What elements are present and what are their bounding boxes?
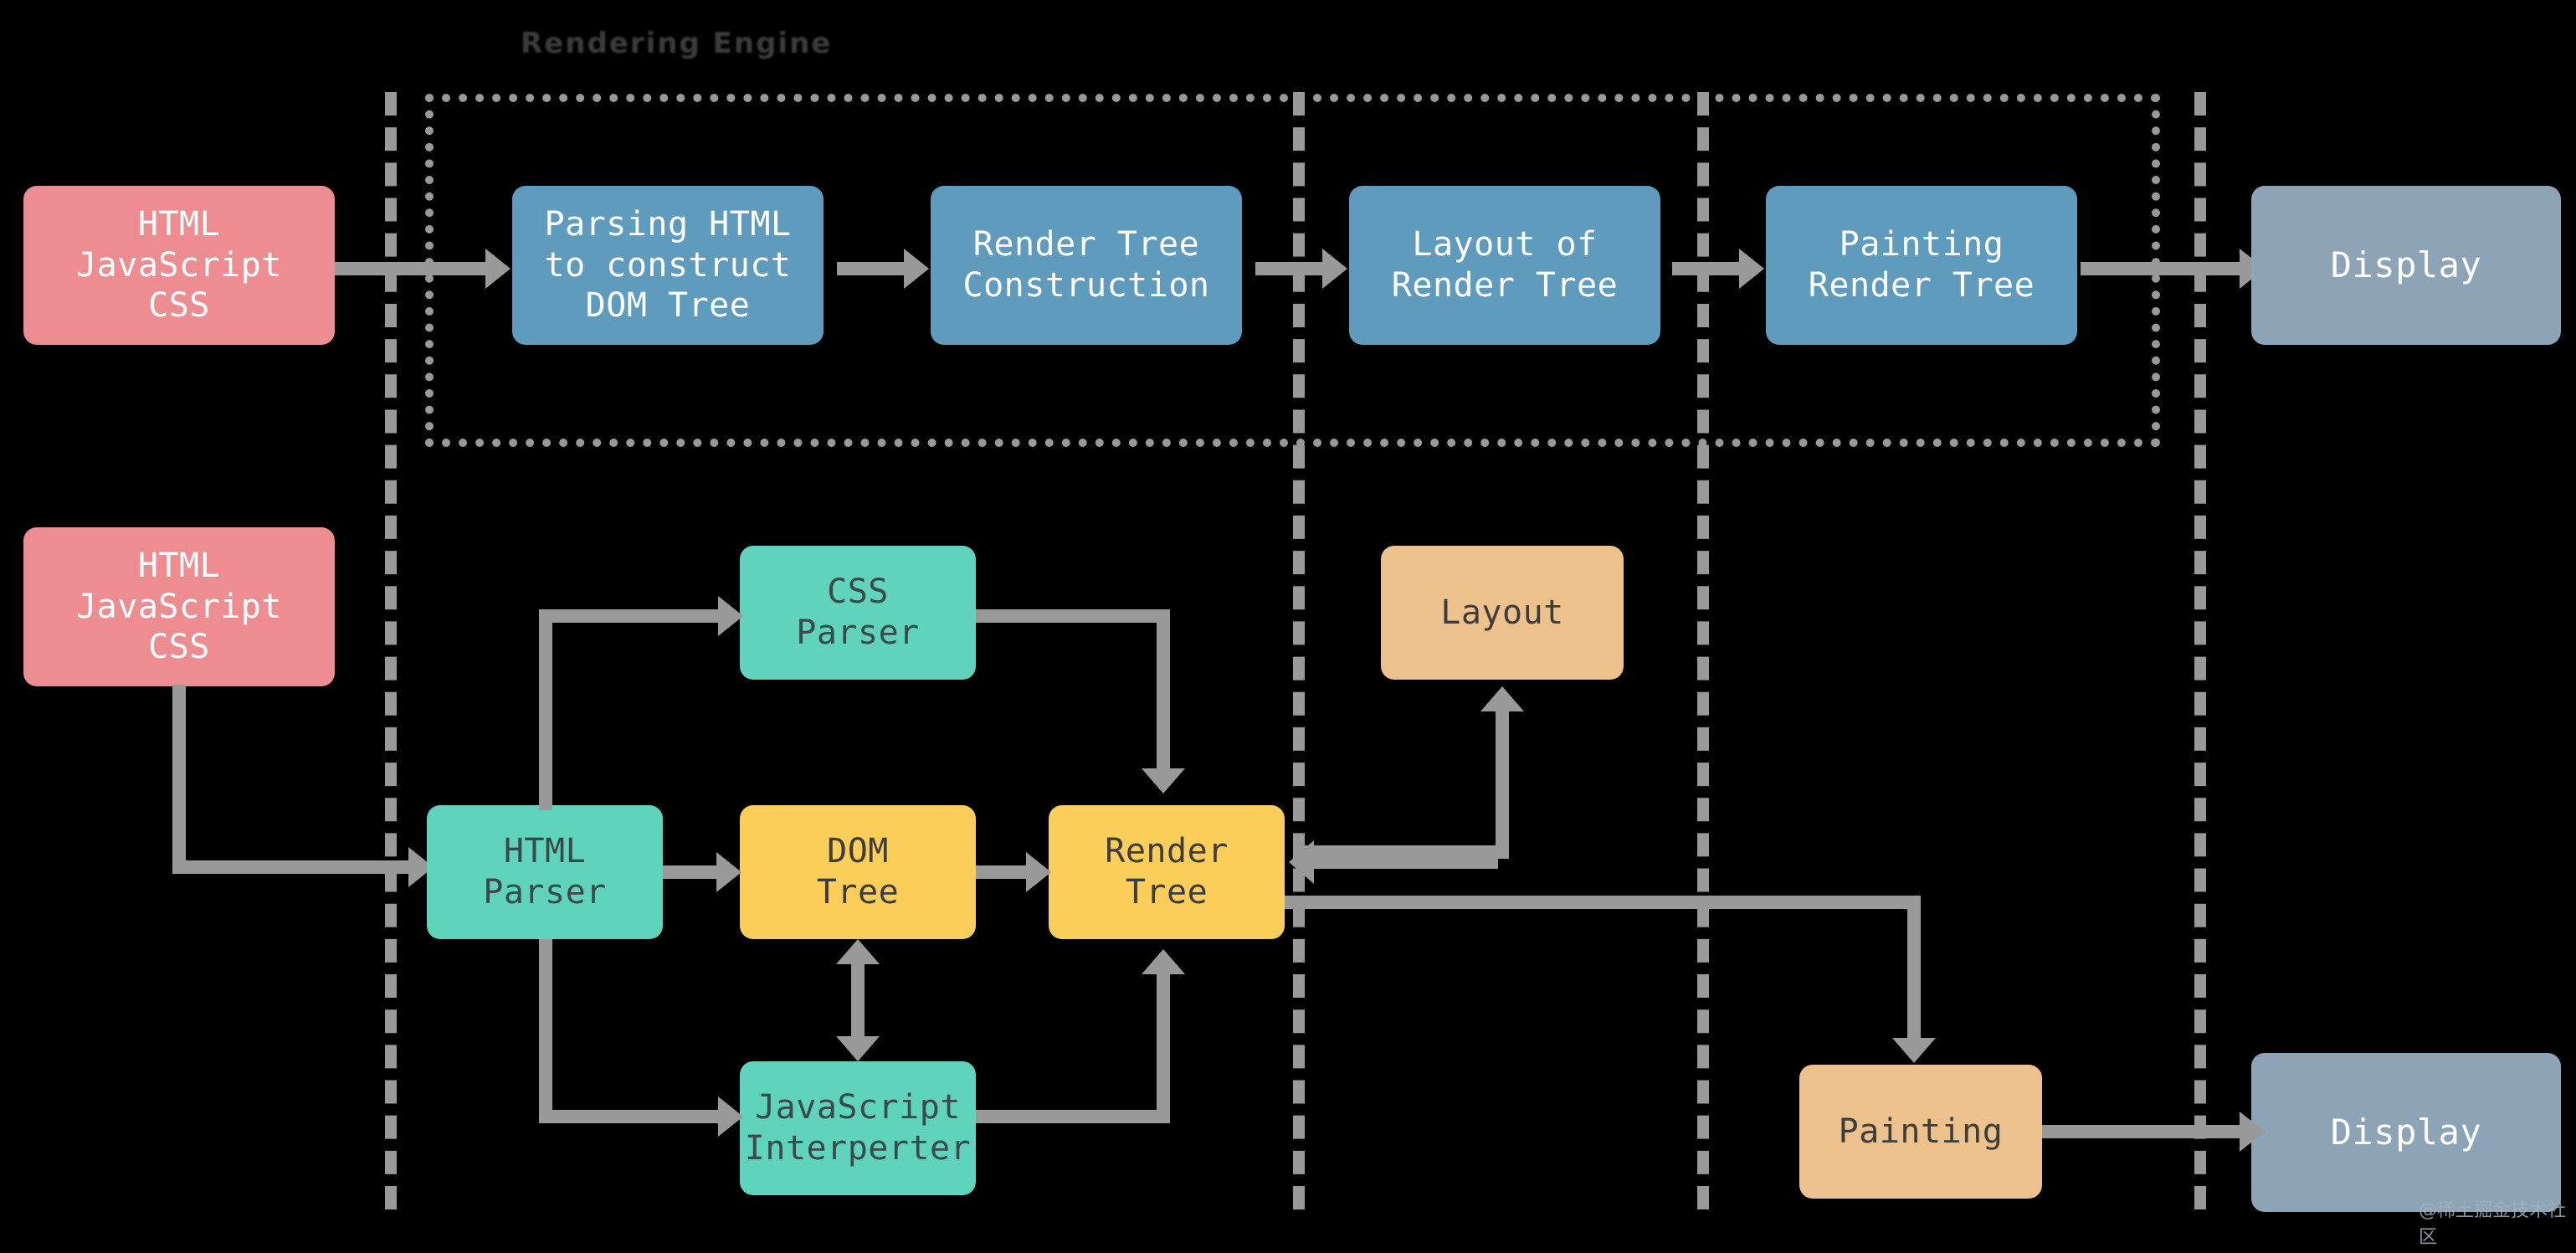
top-step-label: Painting Render Tree bbox=[1808, 225, 2035, 305]
arrow-head-right-icon bbox=[718, 1096, 743, 1137]
html-parser-label: HTML Parser bbox=[483, 832, 607, 912]
arrow-dom-tree-to-render-tree bbox=[976, 852, 1053, 892]
connector-source-vertical bbox=[172, 685, 186, 867]
arrow-head-left-icon bbox=[1289, 840, 1314, 884]
painting-label: Painting bbox=[1838, 1112, 2004, 1151]
node-painting: Painting bbox=[1799, 1065, 2042, 1199]
arrow-parsing-to-render-tree bbox=[837, 249, 931, 289]
connector-js-to-rendertree-v bbox=[1157, 974, 1170, 1123]
node-dom-tree: DOM Tree bbox=[740, 805, 976, 939]
connector-htmlparser-to-js-v bbox=[539, 939, 552, 1123]
arrow-shaft bbox=[636, 609, 720, 623]
javascript-interpreter-label: JavaScript Interperter bbox=[744, 1088, 972, 1168]
arrow-head-up-icon bbox=[1142, 949, 1185, 974]
top-step-render-tree-construction: Render Tree Construction bbox=[931, 186, 1242, 345]
connector-dom-js-bidirectional bbox=[851, 964, 865, 1038]
node-css-parser: CSS Parser bbox=[740, 546, 976, 680]
arrow-shaft bbox=[1672, 262, 1741, 275]
node-layout: Layout bbox=[1381, 546, 1624, 680]
watermark: @稀土掘金技术社区 bbox=[2419, 1200, 2567, 1248]
arrow-head-right-icon bbox=[716, 852, 741, 892]
connector-rendertree-to-painting-v bbox=[1907, 896, 1921, 1040]
bottom-display-label: Display bbox=[2330, 1112, 2482, 1153]
top-step-layout-of-render-tree: Layout of Render Tree bbox=[1349, 186, 1660, 345]
arrow-head-right-icon bbox=[2240, 1112, 2265, 1152]
bottom-display-box: Display bbox=[2251, 1053, 2561, 1212]
arrow-shaft bbox=[335, 860, 410, 874]
connector-cssparser-to-rendertree-v bbox=[1157, 609, 1170, 770]
top-source-box: HTML JavaScript CSS bbox=[23, 186, 335, 345]
top-step-parsing-html: Parsing HTML to construct DOM Tree bbox=[512, 186, 824, 345]
arrow-source-to-parsing bbox=[335, 249, 512, 289]
arrow-shaft bbox=[2042, 1125, 2241, 1138]
top-step-label: Parsing HTML to construct DOM Tree bbox=[544, 204, 792, 326]
top-step-painting-render-tree: Painting Render Tree bbox=[1766, 186, 2077, 345]
arrow-head-down-icon bbox=[1142, 768, 1185, 793]
dom-tree-label: DOM Tree bbox=[816, 832, 900, 912]
connector-rendertree-to-layout-v bbox=[1496, 711, 1509, 859]
layout-label: Layout bbox=[1440, 593, 1564, 632]
arrow-head-down-icon bbox=[836, 1036, 880, 1061]
node-render-tree: Render Tree bbox=[1049, 805, 1285, 939]
node-javascript-interpreter: JavaScript Interperter bbox=[740, 1061, 976, 1195]
top-source-label: HTML JavaScript CSS bbox=[76, 204, 282, 326]
arrow-layout-to-painting bbox=[1672, 249, 1766, 289]
arrow-head-right-icon bbox=[1739, 249, 1764, 289]
diagram-title: Rendering Engine bbox=[521, 27, 833, 60]
diagram-canvas: Rendering Engine HTML JavaScript CSS Par… bbox=[0, 0, 2576, 1253]
css-parser-label: CSS Parser bbox=[796, 573, 920, 652]
arrow-to-css-parser bbox=[636, 596, 745, 636]
arrow-shaft bbox=[335, 262, 487, 275]
arrow-painting-to-display bbox=[2081, 249, 2266, 289]
arrow-head-down-icon bbox=[1892, 1038, 1936, 1063]
arrow-shaft bbox=[837, 262, 906, 275]
arrow-html-parser-to-dom-tree bbox=[663, 852, 743, 892]
arrow-painting-to-bottom-display bbox=[2042, 1112, 2266, 1152]
arrow-head-up-icon bbox=[836, 939, 880, 964]
connector-js-to-rendertree-h bbox=[976, 1110, 1170, 1123]
top-display-box: Display bbox=[2251, 186, 2561, 345]
arrow-head-right-icon bbox=[718, 596, 743, 636]
arrow-head-right-icon bbox=[485, 249, 511, 289]
arrow-shaft bbox=[636, 1110, 720, 1123]
arrow-head-right-icon bbox=[1322, 249, 1347, 289]
top-step-label: Layout of Render Tree bbox=[1391, 225, 1619, 305]
arrow-shaft bbox=[1255, 262, 1324, 275]
bottom-source-label: HTML JavaScript CSS bbox=[76, 546, 282, 667]
connector-htmlparser-to-cssparser-v bbox=[539, 609, 552, 810]
connector-rendertree-to-painting-h bbox=[1285, 896, 1921, 909]
connector-layout-to-rendertree bbox=[1314, 855, 1498, 869]
render-tree-label: Render Tree bbox=[1105, 832, 1229, 912]
bottom-source-box: HTML JavaScript CSS bbox=[23, 527, 335, 686]
top-display-label: Display bbox=[2330, 244, 2482, 286]
arrow-render-tree-to-layout bbox=[1255, 249, 1349, 289]
connector-cssparser-to-rendertree-h bbox=[976, 609, 1170, 623]
arrow-head-up-icon bbox=[1480, 686, 1524, 711]
arrow-to-js-interpreter bbox=[636, 1096, 745, 1137]
node-html-parser: HTML Parser bbox=[427, 805, 663, 939]
arrow-shaft bbox=[2081, 262, 2241, 275]
arrow-shaft bbox=[976, 865, 1028, 879]
top-step-label: Render Tree Construction bbox=[962, 225, 1210, 305]
arrow-shaft bbox=[663, 865, 718, 879]
arrow-source-to-html-parser bbox=[335, 847, 435, 887]
arrow-head-right-icon bbox=[1026, 852, 1051, 892]
arrow-head-right-icon bbox=[904, 249, 929, 289]
